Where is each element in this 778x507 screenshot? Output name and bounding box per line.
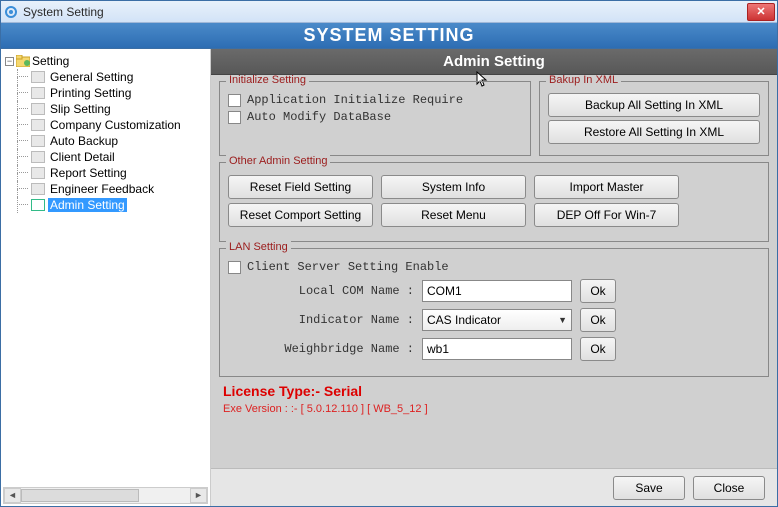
import-master-button[interactable]: Import Master xyxy=(534,175,679,199)
tree-item-general-setting[interactable]: General Setting xyxy=(31,69,208,85)
tree-item-printing-setting[interactable]: Printing Setting xyxy=(31,85,208,101)
tree-item-engineer-feedback[interactable]: Engineer Feedback xyxy=(31,181,208,197)
tree-root[interactable]: − Setting xyxy=(5,53,208,69)
indicator-select[interactable]: CAS Indicator ▼ xyxy=(422,309,572,331)
app-init-require-label: Application Initialize Require xyxy=(247,93,463,107)
restore-all-button[interactable]: Restore All Setting In XML xyxy=(548,120,760,144)
auto-modify-db-label: Auto Modify DataBase xyxy=(247,110,391,124)
tree-item-company-customization[interactable]: Company Customization xyxy=(31,117,208,133)
tree-item-label: Printing Setting xyxy=(48,86,133,100)
page-icon xyxy=(31,103,45,115)
tree-item-admin-setting[interactable]: Admin Setting xyxy=(31,197,208,213)
sidebar: − Setting General Setting Printing Settin… xyxy=(1,49,211,506)
initialize-legend: Initialize Setting xyxy=(226,75,309,86)
page-icon xyxy=(31,135,45,147)
weighbridge-label: Weighbridge Name : xyxy=(264,342,414,356)
banner-title: SYSTEM SETTING xyxy=(1,23,777,48)
page-icon xyxy=(31,199,45,211)
local-com-label: Local COM Name : xyxy=(264,284,414,298)
other-admin-group: Other Admin Setting Reset Field Setting … xyxy=(219,162,769,242)
close-button[interactable]: Close xyxy=(693,476,765,500)
tree-item-label: Admin Setting xyxy=(48,198,127,212)
app-icon xyxy=(3,4,19,20)
footer-bar: Save Close xyxy=(211,468,777,506)
reset-comport-button[interactable]: Reset Comport Setting xyxy=(228,203,373,227)
lan-legend: LAN Setting xyxy=(226,241,291,253)
page-icon xyxy=(31,151,45,163)
reset-menu-button[interactable]: Reset Menu xyxy=(381,203,526,227)
scrollbar-thumb[interactable] xyxy=(21,489,139,502)
page-icon xyxy=(31,119,45,131)
settings-tree: − Setting General Setting Printing Settin… xyxy=(3,53,208,485)
tree-root-label: Setting xyxy=(32,54,69,68)
client-server-enable-row[interactable]: Client Server Setting Enable xyxy=(228,260,760,274)
weighbridge-input[interactable] xyxy=(422,338,572,360)
local-com-input[interactable] xyxy=(422,280,572,302)
main-panel: Admin Setting Initialize Setting Applica… xyxy=(211,49,777,506)
license-type: License Type:- Serial xyxy=(223,383,769,399)
page-icon xyxy=(31,167,45,179)
tree-item-label: Client Detail xyxy=(48,150,117,164)
section-title: Admin Setting xyxy=(211,49,777,75)
system-info-button[interactable]: System Info xyxy=(381,175,526,199)
dep-off-button[interactable]: DEP Off For Win-7 xyxy=(534,203,679,227)
checkbox-icon[interactable] xyxy=(228,261,241,274)
panel-body: Initialize Setting Application Initializ… xyxy=(211,75,777,468)
page-icon xyxy=(31,71,45,83)
backup-xml-group: Bakup In XML Backup All Setting In XML R… xyxy=(539,81,769,156)
exe-version: Exe Version : :- [ 5.0.12.110 ] [ WB_5_1… xyxy=(223,403,769,415)
tree-item-label: Slip Setting xyxy=(48,102,113,116)
tree-item-label: General Setting xyxy=(48,70,135,84)
tree-item-report-setting[interactable]: Report Setting xyxy=(31,165,208,181)
tree-item-label: Company Customization xyxy=(48,118,183,132)
chevron-down-icon: ▼ xyxy=(558,315,567,325)
indicator-ok-button[interactable]: Ok xyxy=(580,308,616,332)
license-block: License Type:- Serial Exe Version : :- [… xyxy=(223,383,769,415)
content-area: − Setting General Setting Printing Settin… xyxy=(1,48,777,506)
lan-setting-group: LAN Setting Client Server Setting Enable… xyxy=(219,248,769,377)
reset-field-button[interactable]: Reset Field Setting xyxy=(228,175,373,199)
client-server-enable-label: Client Server Setting Enable xyxy=(247,260,449,274)
checkbox-icon[interactable] xyxy=(228,94,241,107)
titlebar: System Setting ✕ xyxy=(1,1,777,23)
scroll-left-arrow[interactable]: ◄ xyxy=(4,488,21,503)
auto-modify-db-row[interactable]: Auto Modify DataBase xyxy=(228,110,522,124)
app-init-require-row[interactable]: Application Initialize Require xyxy=(228,93,522,107)
other-admin-legend: Other Admin Setting xyxy=(226,155,330,167)
tree-item-label: Auto Backup xyxy=(48,134,120,148)
sidebar-scrollbar[interactable]: ◄ ► xyxy=(3,487,208,504)
app-window: System Setting ✕ SYSTEM SETTING − Settin… xyxy=(0,0,778,507)
tree-item-auto-backup[interactable]: Auto Backup xyxy=(31,133,208,149)
window-title: System Setting xyxy=(23,5,104,19)
page-icon xyxy=(31,87,45,99)
page-icon xyxy=(31,183,45,195)
window-close-button[interactable]: ✕ xyxy=(747,3,775,21)
save-button[interactable]: Save xyxy=(613,476,685,500)
backup-all-button[interactable]: Backup All Setting In XML xyxy=(548,93,760,117)
tree-item-slip-setting[interactable]: Slip Setting xyxy=(31,101,208,117)
tree-item-label: Engineer Feedback xyxy=(48,182,156,196)
indicator-value: CAS Indicator xyxy=(427,313,501,327)
tree-item-label: Report Setting xyxy=(48,166,129,180)
checkbox-icon[interactable] xyxy=(228,111,241,124)
folder-icon xyxy=(16,54,30,68)
initialize-setting-group: Initialize Setting Application Initializ… xyxy=(219,81,531,156)
scroll-right-arrow[interactable]: ► xyxy=(190,488,207,503)
indicator-label: Indicator Name : xyxy=(264,313,414,327)
tree-item-client-detail[interactable]: Client Detail xyxy=(31,149,208,165)
local-com-ok-button[interactable]: Ok xyxy=(580,279,616,303)
collapse-icon[interactable]: − xyxy=(5,57,14,66)
backup-legend: Bakup In XML xyxy=(546,75,621,86)
weighbridge-ok-button[interactable]: Ok xyxy=(580,337,616,361)
